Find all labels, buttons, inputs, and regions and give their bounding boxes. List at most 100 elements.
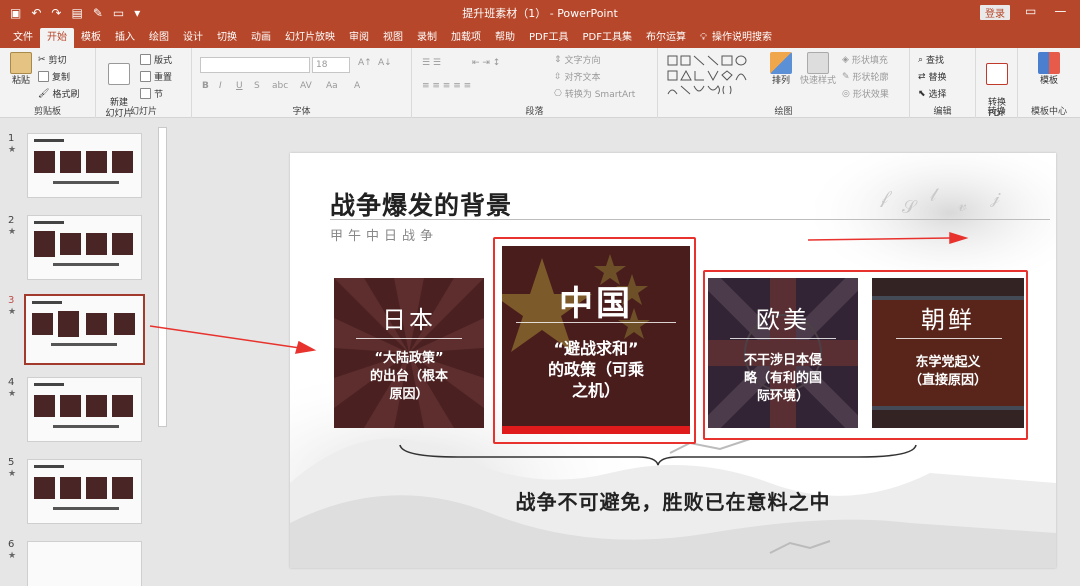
layout-button[interactable]: 版式 — [140, 53, 172, 66]
undo-icon[interactable]: ↶ — [31, 6, 41, 20]
quick-styles-button[interactable]: 快速样式 — [798, 52, 838, 87]
find-button[interactable]: ⌕ 查找 — [918, 53, 944, 67]
conclusion-text[interactable]: 战争不可避免，胜败已在意料之中 — [290, 486, 1056, 515]
card-japan[interactable]: 日本 “大陆政策” 的出台（根本 原因） — [334, 278, 484, 428]
tab-record[interactable]: 录制 — [410, 28, 444, 48]
format-painter-icon[interactable]: ✎ — [93, 6, 103, 20]
thumb-card — [86, 477, 107, 499]
customize-qat-icon[interactable]: ▾ — [134, 6, 140, 20]
thumbnail-scrollbar[interactable] — [158, 127, 167, 427]
align-icons[interactable]: ≡ ≡ ≡ ≡ ≡ — [422, 81, 471, 91]
thumb-card — [34, 395, 55, 417]
tab-pdf-toolkit[interactable]: PDF工具集 — [575, 28, 638, 48]
font-name-combo[interactable] — [200, 57, 310, 73]
group-font: 18 A↑ A↓ B I U S abc AV Aa A 字体 — [192, 48, 412, 118]
grouping-brace — [399, 444, 917, 466]
slide-thumbnail-pane: 1 ★ 2 ★ 3 ★ 4 ★ 5 ★ 6 ★ — [0, 119, 172, 586]
reset-button[interactable]: 重置 — [140, 70, 172, 83]
tab-slideshow[interactable]: 幻灯片放映 — [278, 28, 342, 48]
shapes-gallery[interactable] — [666, 54, 758, 100]
underline-icon[interactable]: U — [236, 81, 243, 91]
cursor-icon: ⬉ — [918, 88, 926, 99]
tab-pdf-tools[interactable]: PDF工具 — [522, 28, 575, 48]
new-slide-icon — [108, 63, 130, 85]
format-painter-button[interactable]: 🖌︎ 格式刷 — [38, 87, 79, 101]
slide-thumbnail-5[interactable] — [27, 459, 142, 524]
save-icon[interactable]: ▣ — [10, 6, 21, 20]
paste-icon — [10, 52, 32, 74]
minimize-icon[interactable]: — — [1054, 4, 1066, 18]
thumb-card — [58, 311, 79, 337]
annotation-box-china — [493, 237, 696, 444]
arrange-button[interactable]: 排列 — [766, 52, 796, 87]
layout-icon — [140, 54, 151, 65]
tab-boolean[interactable]: 布尔运算 — [639, 28, 693, 48]
shapes-icon[interactable]: ▭ — [113, 6, 124, 20]
tab-view[interactable]: 视图 — [376, 28, 410, 48]
paste-button[interactable]: 粘贴 — [6, 52, 36, 87]
from-beginning-icon[interactable]: ▤ — [71, 6, 82, 20]
char-spacing-icon[interactable]: AV — [300, 81, 312, 91]
smartart-button[interactable]: ⎔ 转换为 SmartArt — [554, 87, 635, 101]
section-button[interactable]: 节 — [140, 87, 163, 100]
animation-star-icon: ★ — [8, 227, 17, 237]
indent-icon[interactable]: ⇤ ⇥ ↕ — [472, 58, 500, 68]
search-icon: ⌕ — [918, 54, 924, 65]
tab-transitions[interactable]: 切换 — [210, 28, 244, 48]
tab-design[interactable]: 设计 — [176, 28, 210, 48]
italic-icon[interactable]: I — [219, 81, 222, 91]
thumb-card — [112, 477, 133, 499]
animation-star-icon: ★ — [8, 469, 17, 479]
tab-home[interactable]: 开始 — [40, 28, 74, 48]
font-size-combo[interactable]: 18 — [312, 57, 350, 73]
slide-thumbnail-6[interactable] — [27, 541, 142, 586]
ribbon-display-icon[interactable]: ▭ — [1025, 4, 1036, 18]
shrink-font-icon[interactable]: A↓ — [378, 58, 392, 68]
strikethrough-icon[interactable]: abc — [272, 81, 288, 91]
thumb-card — [86, 395, 107, 417]
slide-subtitle[interactable]: 甲午中日战争 — [330, 225, 438, 244]
shape-outline-button[interactable]: ✎ 形状轮廓 — [842, 70, 889, 84]
bullets-icon[interactable]: ☰ ☰ — [422, 58, 441, 68]
grow-font-icon[interactable]: A↑ — [358, 58, 372, 68]
cut-button[interactable]: ✂ 剪切 — [38, 53, 67, 67]
slide-number: 2 — [8, 215, 15, 226]
tab-insert[interactable]: 插入 — [108, 28, 142, 48]
card-title: 日本 — [382, 306, 436, 334]
tab-help[interactable]: 帮助 — [488, 28, 522, 48]
group-label: 绘图 — [774, 107, 793, 117]
tab-file[interactable]: 文件 — [6, 28, 40, 48]
font-color-icon[interactable]: A — [354, 81, 360, 91]
align-text-button[interactable]: ⇳ 对齐文本 — [554, 70, 601, 84]
tab-draw[interactable]: 绘图 — [142, 28, 176, 48]
thumb-title — [34, 221, 64, 224]
thumb-card — [60, 233, 81, 255]
slide-thumbnail-3[interactable] — [24, 294, 145, 365]
slide-thumbnail-2[interactable] — [27, 215, 142, 280]
slide-thumbnail-1[interactable] — [27, 133, 142, 198]
change-case-icon[interactable]: Aa — [326, 81, 338, 91]
thumb-card — [34, 231, 55, 257]
slide-thumbnail-4[interactable] — [27, 377, 142, 442]
select-button[interactable]: ⬉ 选择 — [918, 87, 947, 101]
tell-me-search[interactable]: 💡︎ 操作说明搜索 — [693, 28, 779, 48]
template-button[interactable]: 模板 — [1032, 52, 1066, 87]
bold-icon[interactable]: B — [202, 81, 209, 91]
thumb-card — [86, 151, 107, 173]
shape-effects-button[interactable]: ◎ 形状效果 — [842, 87, 889, 101]
card-description: “大陆政策” 的出台（根本 原因） — [369, 351, 448, 402]
tab-review[interactable]: 审阅 — [342, 28, 376, 48]
slide-title[interactable]: 战争爆发的背景 — [330, 186, 512, 222]
redo-icon[interactable]: ↷ — [51, 6, 61, 20]
tab-addins[interactable]: 加载项 — [444, 28, 488, 48]
tab-template[interactable]: 模板 — [74, 28, 108, 48]
shadow-icon[interactable]: S — [254, 81, 260, 91]
text-direction-button[interactable]: ⇕ 文字方向 — [554, 53, 601, 67]
copy-button[interactable]: 复制 — [38, 70, 70, 83]
login-button[interactable]: 登录 — [980, 5, 1010, 20]
shape-fill-button[interactable]: ◈ 形状填充 — [842, 53, 888, 67]
replace-button[interactable]: ⇄ 替换 — [918, 70, 947, 84]
svg-text:𝒿: 𝒿 — [990, 187, 1001, 208]
tab-animations[interactable]: 动画 — [244, 28, 278, 48]
animation-star-icon: ★ — [8, 307, 17, 317]
